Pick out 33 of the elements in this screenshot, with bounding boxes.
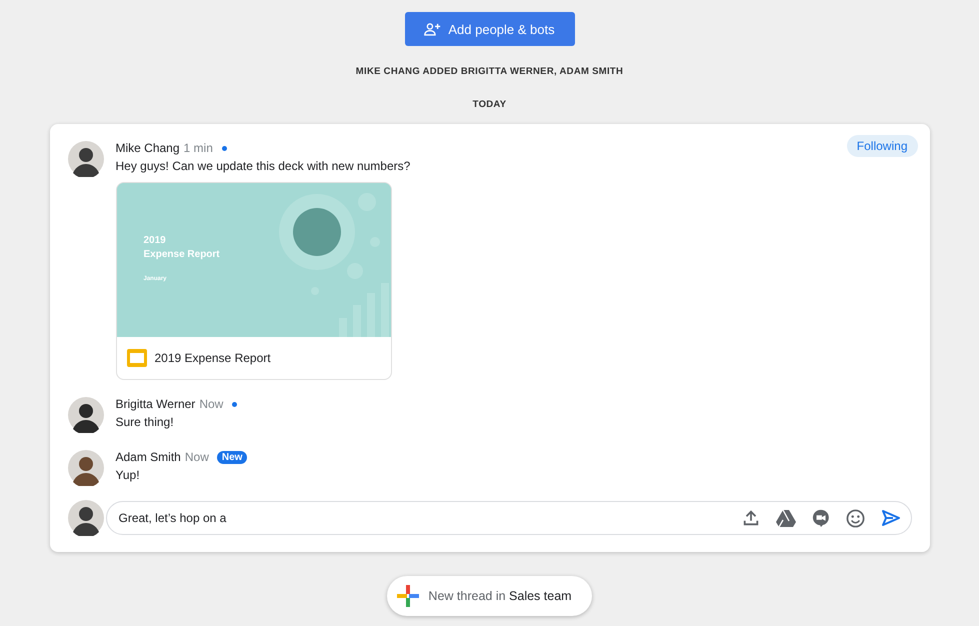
plus-icon	[397, 585, 420, 607]
author-name: Adam Smith	[116, 450, 181, 464]
avatar	[68, 141, 104, 177]
message-text: Hey guys! Can we update this deck with new numbers?	[116, 159, 410, 173]
following-chip[interactable]: Following	[846, 135, 918, 157]
date-divider: TODAY	[472, 99, 506, 110]
message-time: 1 min	[184, 141, 213, 155]
message-text: Sure thing!	[116, 415, 175, 429]
message-input[interactable]: Great, let’s hop on a	[118, 511, 726, 525]
avatar	[68, 450, 104, 486]
author-name: Mike Chang	[116, 141, 180, 155]
send-icon[interactable]	[880, 509, 900, 527]
triangle-icon[interactable]	[776, 509, 796, 527]
author-name: Brigitta Werner	[116, 397, 196, 411]
file-name: 2019 Expense Report	[154, 351, 271, 365]
video-chat-icon[interactable]	[812, 509, 830, 527]
new-badge: New	[216, 450, 248, 464]
emoji-icon[interactable]	[846, 508, 864, 528]
message-time: Now	[199, 397, 224, 411]
message-time: Now	[184, 450, 209, 464]
new-thread-button[interactable]: New thread in Sales team	[387, 576, 592, 616]
upload-icon[interactable]	[742, 509, 760, 527]
system-message: MIKE CHANG ADDED BRIGITTA WERNER, ADAM SMITH	[356, 66, 624, 77]
avatar	[68, 397, 104, 433]
slide-title: 2019 Expense Report	[144, 234, 220, 262]
avatar	[68, 500, 104, 536]
online-dot	[232, 402, 238, 406]
message-text: Yup!	[116, 468, 141, 482]
slides-file-icon	[126, 348, 146, 368]
add-people-button[interactable]: Add people & bots	[404, 12, 574, 46]
composer-bar[interactable]: Great, let’s hop on a	[106, 501, 912, 535]
online-dot	[222, 146, 227, 150]
add-person-icon	[424, 22, 442, 36]
